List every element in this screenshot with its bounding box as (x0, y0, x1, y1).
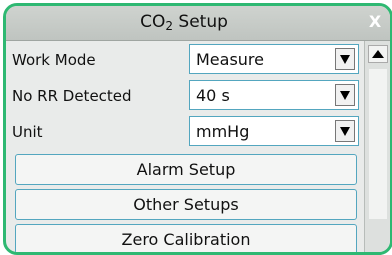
vertical-scrollbar[interactable] (364, 41, 390, 252)
title-subscript: 2 (165, 19, 173, 33)
work-mode-select[interactable]: Measure (189, 44, 359, 74)
no-rr-detected-select[interactable]: 40 s (189, 80, 359, 110)
zero-calibration-button[interactable]: Zero Calibration (15, 224, 357, 252)
dialog-title: CO2 Setup (6, 12, 362, 33)
arrow-up-icon (372, 50, 384, 58)
title-co: CO (140, 12, 166, 32)
alarm-setup-button[interactable]: Alarm Setup (15, 154, 357, 185)
scroll-up-button[interactable] (368, 45, 388, 63)
scroll-thumb[interactable] (369, 69, 387, 219)
dropdown-arrow-icon[interactable] (335, 84, 355, 106)
no-rr-detected-label: No RR Detected (12, 87, 132, 105)
setting-row-no-rr-detected: No RR Detected 40 s (6, 78, 359, 114)
work-mode-value: Measure (196, 50, 264, 69)
dropdown-arrow-icon[interactable] (335, 48, 355, 70)
no-rr-detected-value: 40 s (196, 86, 230, 105)
co2-setup-dialog: CO2 Setup X Work Mode Measure No RR Dete… (3, 3, 392, 255)
close-button[interactable]: X (363, 10, 387, 34)
setting-row-work-mode: Work Mode Measure (6, 42, 359, 78)
setting-row-unit: Unit mmHg (6, 114, 359, 150)
close-icon: X (368, 12, 382, 31)
dropdown-arrow-icon[interactable] (335, 120, 355, 142)
dialog-title-bar: CO2 Setup X (6, 6, 390, 41)
unit-label: Unit (12, 123, 43, 141)
work-mode-label: Work Mode (12, 51, 96, 69)
unit-select[interactable]: mmHg (189, 116, 359, 146)
title-setup: Setup (173, 12, 228, 32)
unit-value: mmHg (196, 122, 250, 141)
other-setups-button[interactable]: Other Setups (15, 189, 357, 220)
